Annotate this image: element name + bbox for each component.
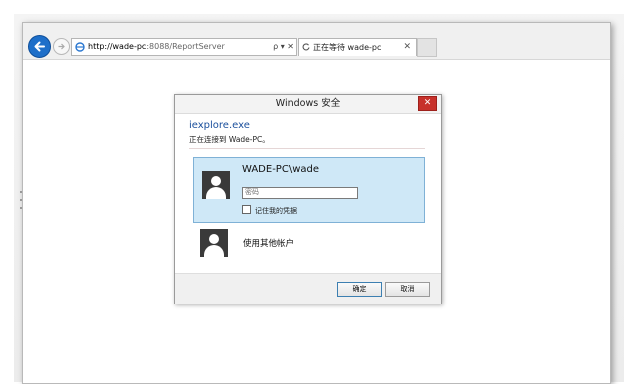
ok-button[interactable]: 确定 xyxy=(337,282,382,297)
tab-loading[interactable]: 正在等待 wade-pc ✕ xyxy=(298,38,417,56)
user-avatar-icon xyxy=(202,171,230,199)
forward-button[interactable] xyxy=(53,38,70,55)
side-scroll-marks xyxy=(20,191,22,215)
url-host: http://wade-pc xyxy=(88,42,147,51)
tab-close-icon[interactable]: ✕ xyxy=(403,39,411,56)
new-tab-button[interactable] xyxy=(417,38,437,57)
loading-icon xyxy=(302,43,310,51)
back-button[interactable] xyxy=(28,35,51,58)
ie-page-icon xyxy=(75,42,85,52)
address-tools[interactable]: ρ ▾ ✕ xyxy=(273,39,294,55)
credential-username: WADE-PC\wade xyxy=(242,164,319,175)
arrow-right-icon xyxy=(58,43,65,50)
dialog-footer: 确定 取消 xyxy=(175,273,441,304)
browser-toolbar: http://wade-pc:8088/ReportServer ρ ▾ ✕ 正… xyxy=(23,23,610,60)
tab-label: 正在等待 wade-pc xyxy=(313,43,382,52)
connecting-text: 正在连接到 Wade-PC。 xyxy=(189,135,270,144)
app-name: iexplore.exe xyxy=(189,120,250,131)
arrow-left-icon xyxy=(34,41,45,52)
address-bar[interactable]: http://wade-pc:8088/ReportServer ρ ▾ ✕ xyxy=(71,38,297,56)
windows-security-dialog: Windows 安全 ✕ iexplore.exe 正在连接到 Wade-PC。… xyxy=(174,94,442,304)
other-account-avatar-icon[interactable] xyxy=(200,229,228,257)
credential-tile-wade[interactable]: WADE-PC\wade 记住我的凭据 xyxy=(193,157,425,223)
remember-credentials[interactable]: 记住我的凭据 xyxy=(242,205,297,216)
use-other-account[interactable]: 使用其他帐户 xyxy=(243,237,294,249)
remember-label: 记住我的凭据 xyxy=(255,207,297,215)
divider xyxy=(189,148,425,149)
url-path: :8088/ReportServer xyxy=(146,42,225,51)
dialog-title: Windows 安全 xyxy=(275,98,341,109)
password-field[interactable] xyxy=(242,187,358,199)
remember-checkbox[interactable] xyxy=(242,205,251,214)
close-button[interactable]: ✕ xyxy=(418,96,437,111)
url-text: http://wade-pc:8088/ReportServer xyxy=(88,39,225,55)
dialog-titlebar: Windows 安全 ✕ xyxy=(175,95,441,114)
cancel-button[interactable]: 取消 xyxy=(385,282,430,297)
